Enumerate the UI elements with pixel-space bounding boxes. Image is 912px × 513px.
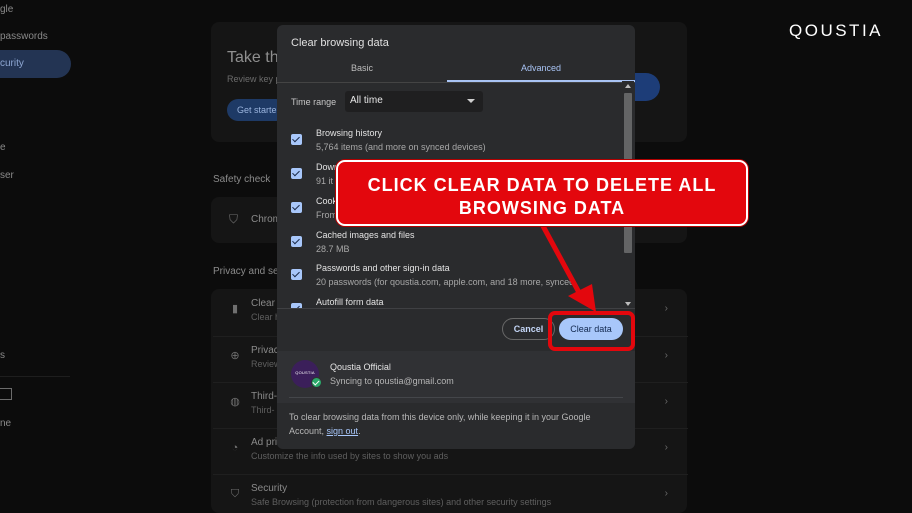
chevron-right-icon: › [664, 303, 668, 314]
sidebar-item-passwords[interactable]: passwords [0, 31, 48, 42]
item-title: Autofill form data [316, 297, 384, 307]
chevron-right-icon: › [664, 350, 668, 361]
item-subtitle: 91 it [316, 176, 334, 186]
clear-data-highlight-box [548, 311, 635, 351]
instruction-callout: CLICK CLEAR DATA TO DELETE ALL BROWSING … [336, 160, 748, 226]
callout-text: CLICK CLEAR DATA TO DELETE ALL BROWSING … [338, 174, 746, 220]
trash-icon: ▮ [231, 303, 239, 315]
scroll-up-arrow-icon[interactable] [625, 84, 631, 88]
privacy-section-heading: Privacy and se [213, 266, 279, 277]
chevron-right-icon: › [664, 442, 668, 453]
row-subtitle: Customize the info used by sites to show… [251, 451, 449, 461]
row-subtitle: Third- [251, 405, 275, 415]
hero-subtitle: Review key p [227, 74, 281, 84]
ad-privacy-icon: ◔ [231, 442, 239, 454]
dialog-title: Clear browsing data [291, 37, 389, 49]
row-title: Security [251, 483, 288, 494]
list-item-browsing-history[interactable]: Browsing history 5,764 items (and more o… [291, 125, 611, 159]
sidebar-item-google[interactable]: gle [0, 4, 13, 15]
row-title: Ad pri [251, 437, 278, 448]
sidebar-item-security-label: curity [0, 58, 24, 69]
account-section: QOUSTIA Qoustia Official Syncing to qous… [277, 351, 635, 403]
chevron-right-icon: › [664, 396, 668, 407]
list-item-autofill[interactable]: Autofill form data [291, 294, 611, 308]
checkbox-checked-icon[interactable] [291, 134, 302, 145]
sidebar-item-extensions[interactable]: s [0, 350, 5, 361]
row-title: Third- [251, 391, 278, 402]
footnote: To clear browsing data from this device … [289, 410, 619, 438]
sync-check-icon [311, 377, 322, 388]
footer-divider [277, 308, 635, 309]
sidebar-item-about[interactable]: ne [0, 418, 11, 429]
safety-check-heading: Safety check [213, 174, 271, 185]
sign-out-link[interactable]: sign out [327, 426, 359, 436]
sidebar-item-security[interactable]: curity [0, 50, 71, 78]
cookie-icon: ◍ [230, 396, 240, 408]
item-subtitle: From [316, 210, 337, 220]
list-item-passwords[interactable]: Passwords and other sign-in data 20 pass… [291, 260, 611, 294]
account-divider [289, 397, 623, 398]
callout-line-1: CLICK CLEAR DATA TO DELETE ALL [367, 175, 717, 195]
checkbox-checked-icon[interactable] [291, 168, 302, 179]
sidebar-divider [0, 376, 70, 377]
brand-logo: QOUSTIA [789, 21, 884, 40]
checkbox-checked-icon[interactable] [291, 236, 302, 247]
dropdown-caret-icon [467, 99, 475, 103]
time-range-value: All time [350, 95, 383, 106]
shield-icon: ⛉ [230, 488, 240, 500]
sidebar-item-default-browser[interactable]: ser [0, 170, 14, 181]
sidebar-item-performance[interactable]: e [0, 142, 6, 153]
scroll-down-arrow-icon[interactable] [625, 302, 631, 306]
row-subtitle: Clear h [251, 312, 281, 322]
avatar-logo-text: QOUSTIA [295, 370, 315, 375]
item-subtitle: 5,764 items (and more on synced devices) [316, 142, 486, 152]
time-range-select[interactable]: All time [345, 91, 483, 112]
tab-divider [277, 82, 635, 83]
checkbox-checked-icon[interactable] [291, 269, 302, 280]
list-item-cached-images[interactable]: Cached images and files 28.7 MB [291, 227, 611, 261]
shield-icon: ⛉ [229, 212, 239, 226]
item-title: Browsing history [316, 128, 383, 138]
chevron-right-icon: › [664, 488, 668, 499]
clear-browsing-data-dialog: Clear browsing data Basic Advanced Time … [277, 25, 635, 449]
external-link-icon [0, 388, 12, 400]
callout-line-2: BROWSING DATA [458, 198, 626, 218]
item-title: Cook [316, 196, 338, 206]
item-title: Cached images and files [316, 230, 415, 240]
tab-basic[interactable]: Basic [277, 61, 447, 83]
checkbox-checked-icon[interactable] [291, 202, 302, 213]
account-name: Qoustia Official [330, 362, 391, 372]
security-row[interactable]: ⛉ Security Safe Browsing (protection fro… [213, 474, 688, 513]
item-subtitle: 20 passwords (for qoustia.com, apple.com… [316, 277, 575, 287]
privacy-guide-icon: ⊕ [230, 350, 240, 362]
row-subtitle: Safe Browsing (protection from dangerous… [251, 497, 552, 507]
item-subtitle: 28.7 MB [316, 244, 350, 254]
time-range-label: Time range [291, 97, 337, 107]
settings-sidebar: gle passwords curity e ser s ne [0, 0, 80, 513]
item-title: Passwords and other sign-in data [316, 263, 450, 273]
footnote-end: . [358, 426, 361, 436]
sync-status: Syncing to qoustia@gmail.com [330, 376, 454, 386]
